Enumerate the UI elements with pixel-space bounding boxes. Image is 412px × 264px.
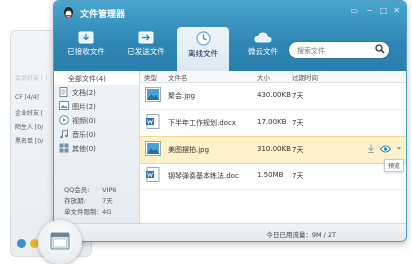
image-file-icon — [145, 87, 161, 102]
category-videos[interactable]: 视频(0) — [54, 113, 139, 127]
minimize-button[interactable]: − — [366, 6, 373, 15]
table-row[interactable]: 钢琴弹奏基本练法.doc 1.50MB 7天 — [140, 163, 406, 190]
doc-file-icon — [146, 114, 160, 129]
qq-penguin-icon[interactable] — [17, 239, 26, 248]
column-type[interactable]: 类型 — [144, 72, 157, 82]
account-stats: QQ会员: VIP6 存放期: 7天 单文件限制: 4G — [64, 185, 117, 218]
table-row[interactable]: 聚会.jpg 430.00KB 7天 — [140, 83, 406, 110]
file-manager-window: 文件管理器 ▭ − □ ✕ 已接收文件 已发送文件 离线文件 微云文件 搜索文件… — [53, 0, 407, 242]
window-title: 文件管理器 — [80, 10, 126, 20]
category-all-files[interactable]: 全部文件(4) — [54, 71, 139, 85]
video-icon — [59, 115, 69, 125]
category-other[interactable]: 其他(0) — [54, 141, 139, 155]
outbox-icon — [138, 31, 154, 44]
category-documents[interactable]: 文档(2) — [54, 85, 139, 99]
category-images[interactable]: 图片(2) — [54, 99, 139, 113]
traffic-usage: 今日已用流量：9M / 2T — [266, 231, 336, 239]
column-name[interactable]: 文件名 — [168, 72, 188, 82]
other-icon — [59, 143, 69, 153]
skin-button[interactable]: ▭ — [350, 6, 358, 15]
stat-vip: QQ会员: VIP6 — [64, 186, 117, 194]
contact-group-enterprise[interactable]: 企业好友 [ — [15, 108, 43, 117]
music-icon — [60, 129, 68, 139]
contact-group-vip[interactable]: 会员好友 ( ) — [15, 73, 48, 82]
tab-weiyun-files[interactable]: 微云文件 — [237, 27, 289, 67]
contact-group-strangers[interactable]: 陌生人 [0/ — [15, 122, 43, 131]
table-row[interactable]: 下半年工作规划.docx 17.00KB 7天 — [140, 110, 406, 137]
doc-file-icon — [146, 167, 160, 182]
title-bar[interactable]: 文件管理器 ▭ − □ ✕ 已接收文件 已发送文件 离线文件 微云文件 搜索文件 — [54, 1, 406, 71]
category-sidebar: 全部文件(4) 文档(2) 图片(2) 视频(0) 音乐(0) 其他(0) QQ… — [54, 71, 140, 224]
list-header: 类型 文件名 大小 过期时间 — [140, 71, 406, 83]
tab-sent-files[interactable]: 已发送文件 — [120, 27, 172, 67]
column-expiry[interactable]: 过期时间 — [292, 72, 318, 82]
row-actions — [367, 144, 402, 153]
stat-file-limit: 单文件限制: 4G — [64, 208, 112, 216]
tab-offline-files[interactable]: 离线文件 — [177, 27, 229, 71]
panel-bottom-icons — [17, 239, 39, 248]
column-size[interactable]: 大小 — [257, 72, 270, 82]
clock-icon — [195, 31, 211, 46]
close-button[interactable]: ✕ — [393, 6, 400, 15]
stat-retention: 存放期: 7天 — [64, 197, 113, 205]
search-icon[interactable] — [375, 44, 385, 54]
document-icon — [59, 87, 68, 97]
file-list: 类型 文件名 大小 过期时间 聚会.jpg 430.00KB 7天 下半年工作规… — [140, 71, 406, 224]
tab-received-files[interactable]: 已接收文件 — [60, 27, 112, 67]
maximize-button[interactable]: □ — [379, 6, 387, 15]
download-icon[interactable] — [367, 144, 375, 153]
category-music[interactable]: 音乐(0) — [54, 127, 139, 141]
cloud-icon — [254, 32, 272, 43]
image-file-icon — [145, 141, 161, 156]
search-box[interactable] — [288, 41, 390, 59]
qq-logo-icon — [64, 7, 73, 18]
search-input[interactable] — [295, 43, 377, 58]
inbox-icon — [78, 31, 94, 44]
table-row-selected[interactable]: 美图摆拍.jpg 310.00KB 7天 预览 — [140, 136, 406, 172]
preview-icon[interactable] — [380, 145, 391, 153]
image-icon — [59, 101, 69, 110]
more-icon[interactable] — [396, 146, 402, 151]
contact-group-blacklist[interactable]: 黑名单 [0/ — [15, 136, 43, 145]
file-manager-launcher[interactable] — [38, 220, 82, 264]
folder-window-icon — [50, 232, 70, 250]
contact-group-cf[interactable]: CF [4/4] — [15, 94, 39, 101]
status-bar: 今日已用流量：9M / 2T — [54, 223, 406, 241]
